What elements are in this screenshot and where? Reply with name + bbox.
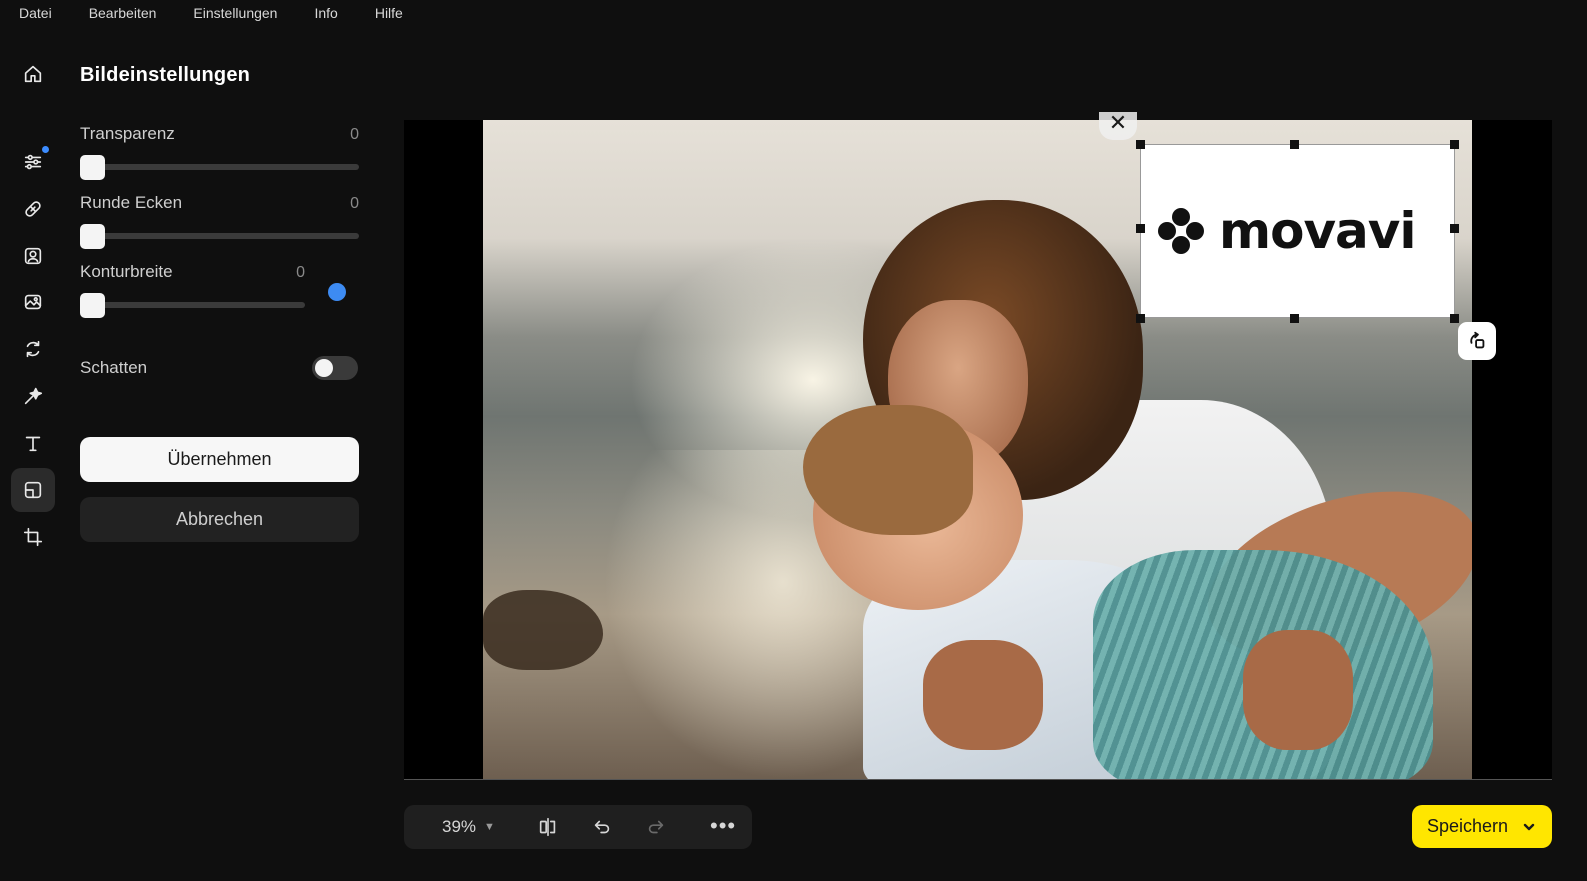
text-icon: [25, 436, 41, 452]
resize-handle-bottom-left[interactable]: [1136, 314, 1145, 323]
transparency-track[interactable]: [80, 164, 359, 170]
corners-thumb[interactable]: [80, 224, 105, 249]
replace-icon: [26, 340, 40, 358]
bottom-toolbar: 39% ▼ •••: [404, 805, 752, 849]
rotate-watermark-button[interactable]: [1458, 322, 1496, 360]
rock: [483, 590, 603, 670]
rail-home-button[interactable]: [11, 52, 55, 96]
corners-value: 0: [350, 195, 359, 212]
adjustments-badge: [42, 146, 49, 153]
adjustments-icon: [24, 154, 42, 170]
corners-track[interactable]: [80, 233, 359, 239]
transparency-value: 0: [350, 126, 359, 143]
canvas-divider: [404, 779, 1552, 780]
chevron-down-icon: ▼: [484, 821, 495, 833]
redo-button[interactable]: [642, 813, 670, 841]
resize-handle-top[interactable]: [1290, 140, 1299, 149]
outline-label: Konturbreite: [80, 262, 173, 281]
watermark-close-button[interactable]: ✕: [1099, 112, 1137, 140]
image-edit-icon: [24, 294, 42, 310]
shadow-toggle[interactable]: [312, 356, 358, 380]
retouch-bandage-icon: [25, 201, 41, 217]
crop-icon: [23, 527, 43, 547]
resize-handle-right[interactable]: [1450, 224, 1459, 233]
rail-watermark-button[interactable]: [11, 468, 55, 512]
rail-magic-button[interactable]: [11, 374, 55, 418]
save-label: Speichern: [1427, 816, 1509, 836]
menu-info[interactable]: Info: [314, 5, 337, 21]
resize-handle-left[interactable]: [1136, 224, 1145, 233]
watermark-icon: [24, 481, 42, 499]
undo-icon: [594, 820, 610, 834]
apply-button[interactable]: Übernehmen: [80, 437, 359, 482]
transparency-label: Transparenz: [80, 124, 175, 143]
menu-bar: Datei Bearbeiten Einstellungen Info Hilf…: [0, 0, 1587, 26]
hand: [1243, 630, 1353, 750]
rail-text-button[interactable]: [11, 421, 55, 465]
compare-button[interactable]: [534, 813, 562, 841]
rail-crop-button[interactable]: [11, 515, 55, 559]
home-icon: [24, 65, 42, 83]
outline-thumb[interactable]: [80, 293, 105, 318]
outline-track[interactable]: [80, 302, 305, 308]
resize-handle-bottom-right[interactable]: [1450, 314, 1459, 323]
cancel-button[interactable]: Abbrechen: [80, 497, 359, 542]
save-button[interactable]: Speichern: [1412, 805, 1552, 848]
resize-handle-top-left[interactable]: [1136, 140, 1145, 149]
boy-hair: [803, 405, 973, 535]
compare-icon: [539, 817, 556, 837]
outline-value: 0: [296, 264, 305, 281]
menu-datei[interactable]: Datei: [19, 5, 52, 21]
hand: [923, 640, 1043, 750]
undo-button[interactable]: [588, 813, 616, 841]
rail-retouch-button[interactable]: [11, 187, 55, 231]
menu-bearbeiten[interactable]: Bearbeiten: [89, 5, 157, 21]
shadow-label: Schatten: [80, 358, 148, 377]
resize-handle-bottom[interactable]: [1290, 314, 1299, 323]
rail-replace-button[interactable]: [11, 327, 55, 371]
redo-icon: [648, 820, 664, 834]
movavi-logo-icon: [1158, 208, 1204, 254]
zoom-value: 39%: [442, 817, 477, 836]
watermark-text: movavi: [1219, 202, 1417, 260]
zoom-dropdown[interactable]: 39% ▼: [442, 805, 495, 849]
rotate-icon: [1470, 331, 1485, 349]
transparency-thumb[interactable]: [80, 155, 105, 180]
shadow-toggle-knob: [315, 359, 333, 377]
menu-hilfe[interactable]: Hilfe: [375, 5, 403, 21]
chevron-down-icon: [1522, 818, 1536, 832]
rail-portrait-button[interactable]: [11, 234, 55, 278]
resize-handle-top-right[interactable]: [1450, 140, 1459, 149]
more-options-button[interactable]: •••: [710, 813, 736, 839]
menu-einstellungen[interactable]: Einstellungen: [193, 5, 277, 21]
outline-color-picker[interactable]: [328, 283, 346, 301]
portrait-icon: [24, 247, 42, 265]
panel-title: Bildeinstellungen: [80, 64, 251, 86]
magic-wand-icon: [24, 387, 43, 405]
watermark-logo: movavi: [1155, 200, 1425, 262]
corners-label: Runde Ecken: [80, 193, 183, 212]
rail-image-edit-button[interactable]: [11, 280, 55, 324]
